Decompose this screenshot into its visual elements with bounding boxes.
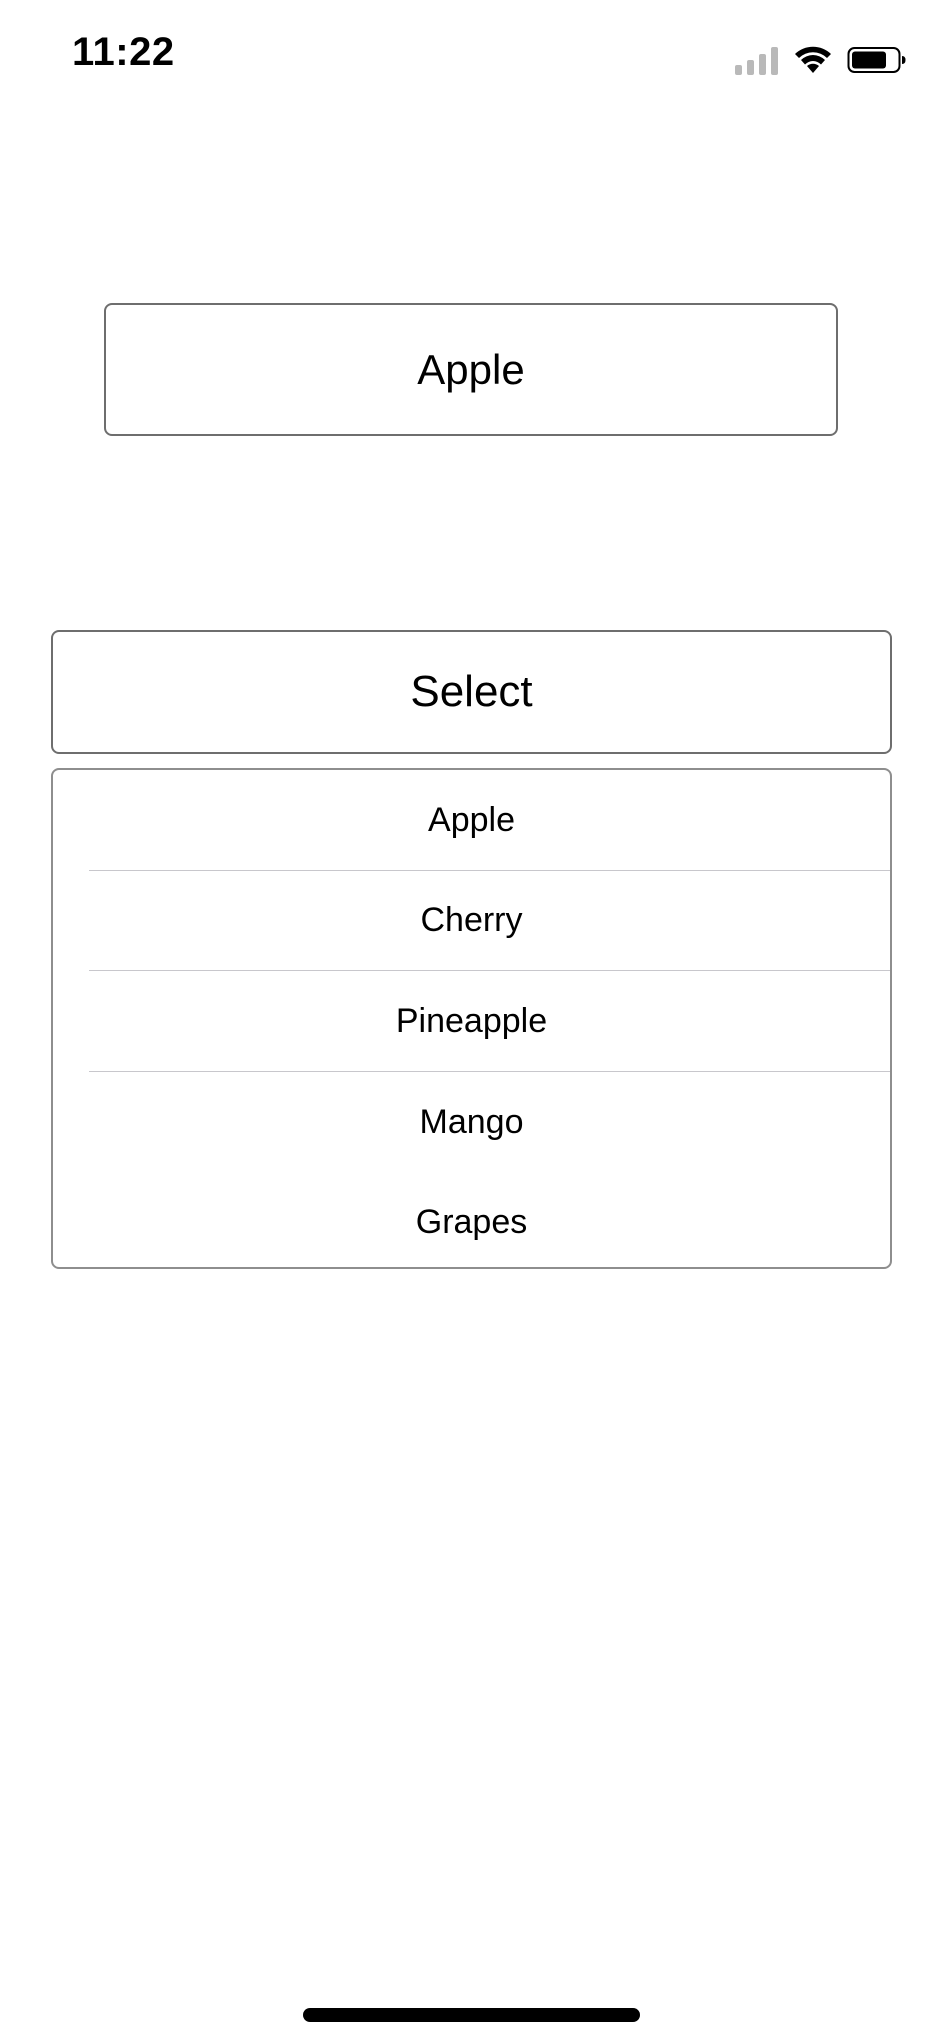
selected-value-label: Apple — [417, 345, 525, 393]
battery-icon — [847, 45, 907, 75]
dropdown-item-mango[interactable]: Mango — [53, 1072, 890, 1173]
dropdown-item-label: Mango — [419, 1102, 524, 1141]
dropdown-item-label: Pineapple — [395, 1001, 548, 1040]
home-indicator[interactable] — [303, 2008, 640, 2022]
dropdown-item-apple[interactable]: Apple — [53, 770, 890, 871]
dropdown-item-label: Cherry — [420, 901, 523, 940]
dropdown-item-label: Grapes — [415, 1203, 528, 1242]
status-icons — [735, 40, 907, 80]
wifi-icon — [793, 45, 833, 75]
select-button[interactable]: Select — [51, 630, 892, 754]
dropdown-item-label: Apple — [428, 800, 515, 839]
selected-value-display: Apple — [104, 303, 838, 436]
status-time: 11:22 — [72, 30, 175, 74]
dropdown-item-cherry[interactable]: Cherry — [53, 871, 890, 972]
dropdown-item-grapes[interactable]: Grapes — [53, 1172, 890, 1267]
cellular-signal-icon — [735, 45, 779, 75]
dropdown-list: Apple Cherry Pineapple Mango Grapes — [51, 768, 892, 1269]
dropdown-item-pineapple[interactable]: Pineapple — [53, 971, 890, 1072]
select-button-label: Select — [410, 667, 533, 716]
status-bar: 11:22 — [0, 0, 943, 110]
